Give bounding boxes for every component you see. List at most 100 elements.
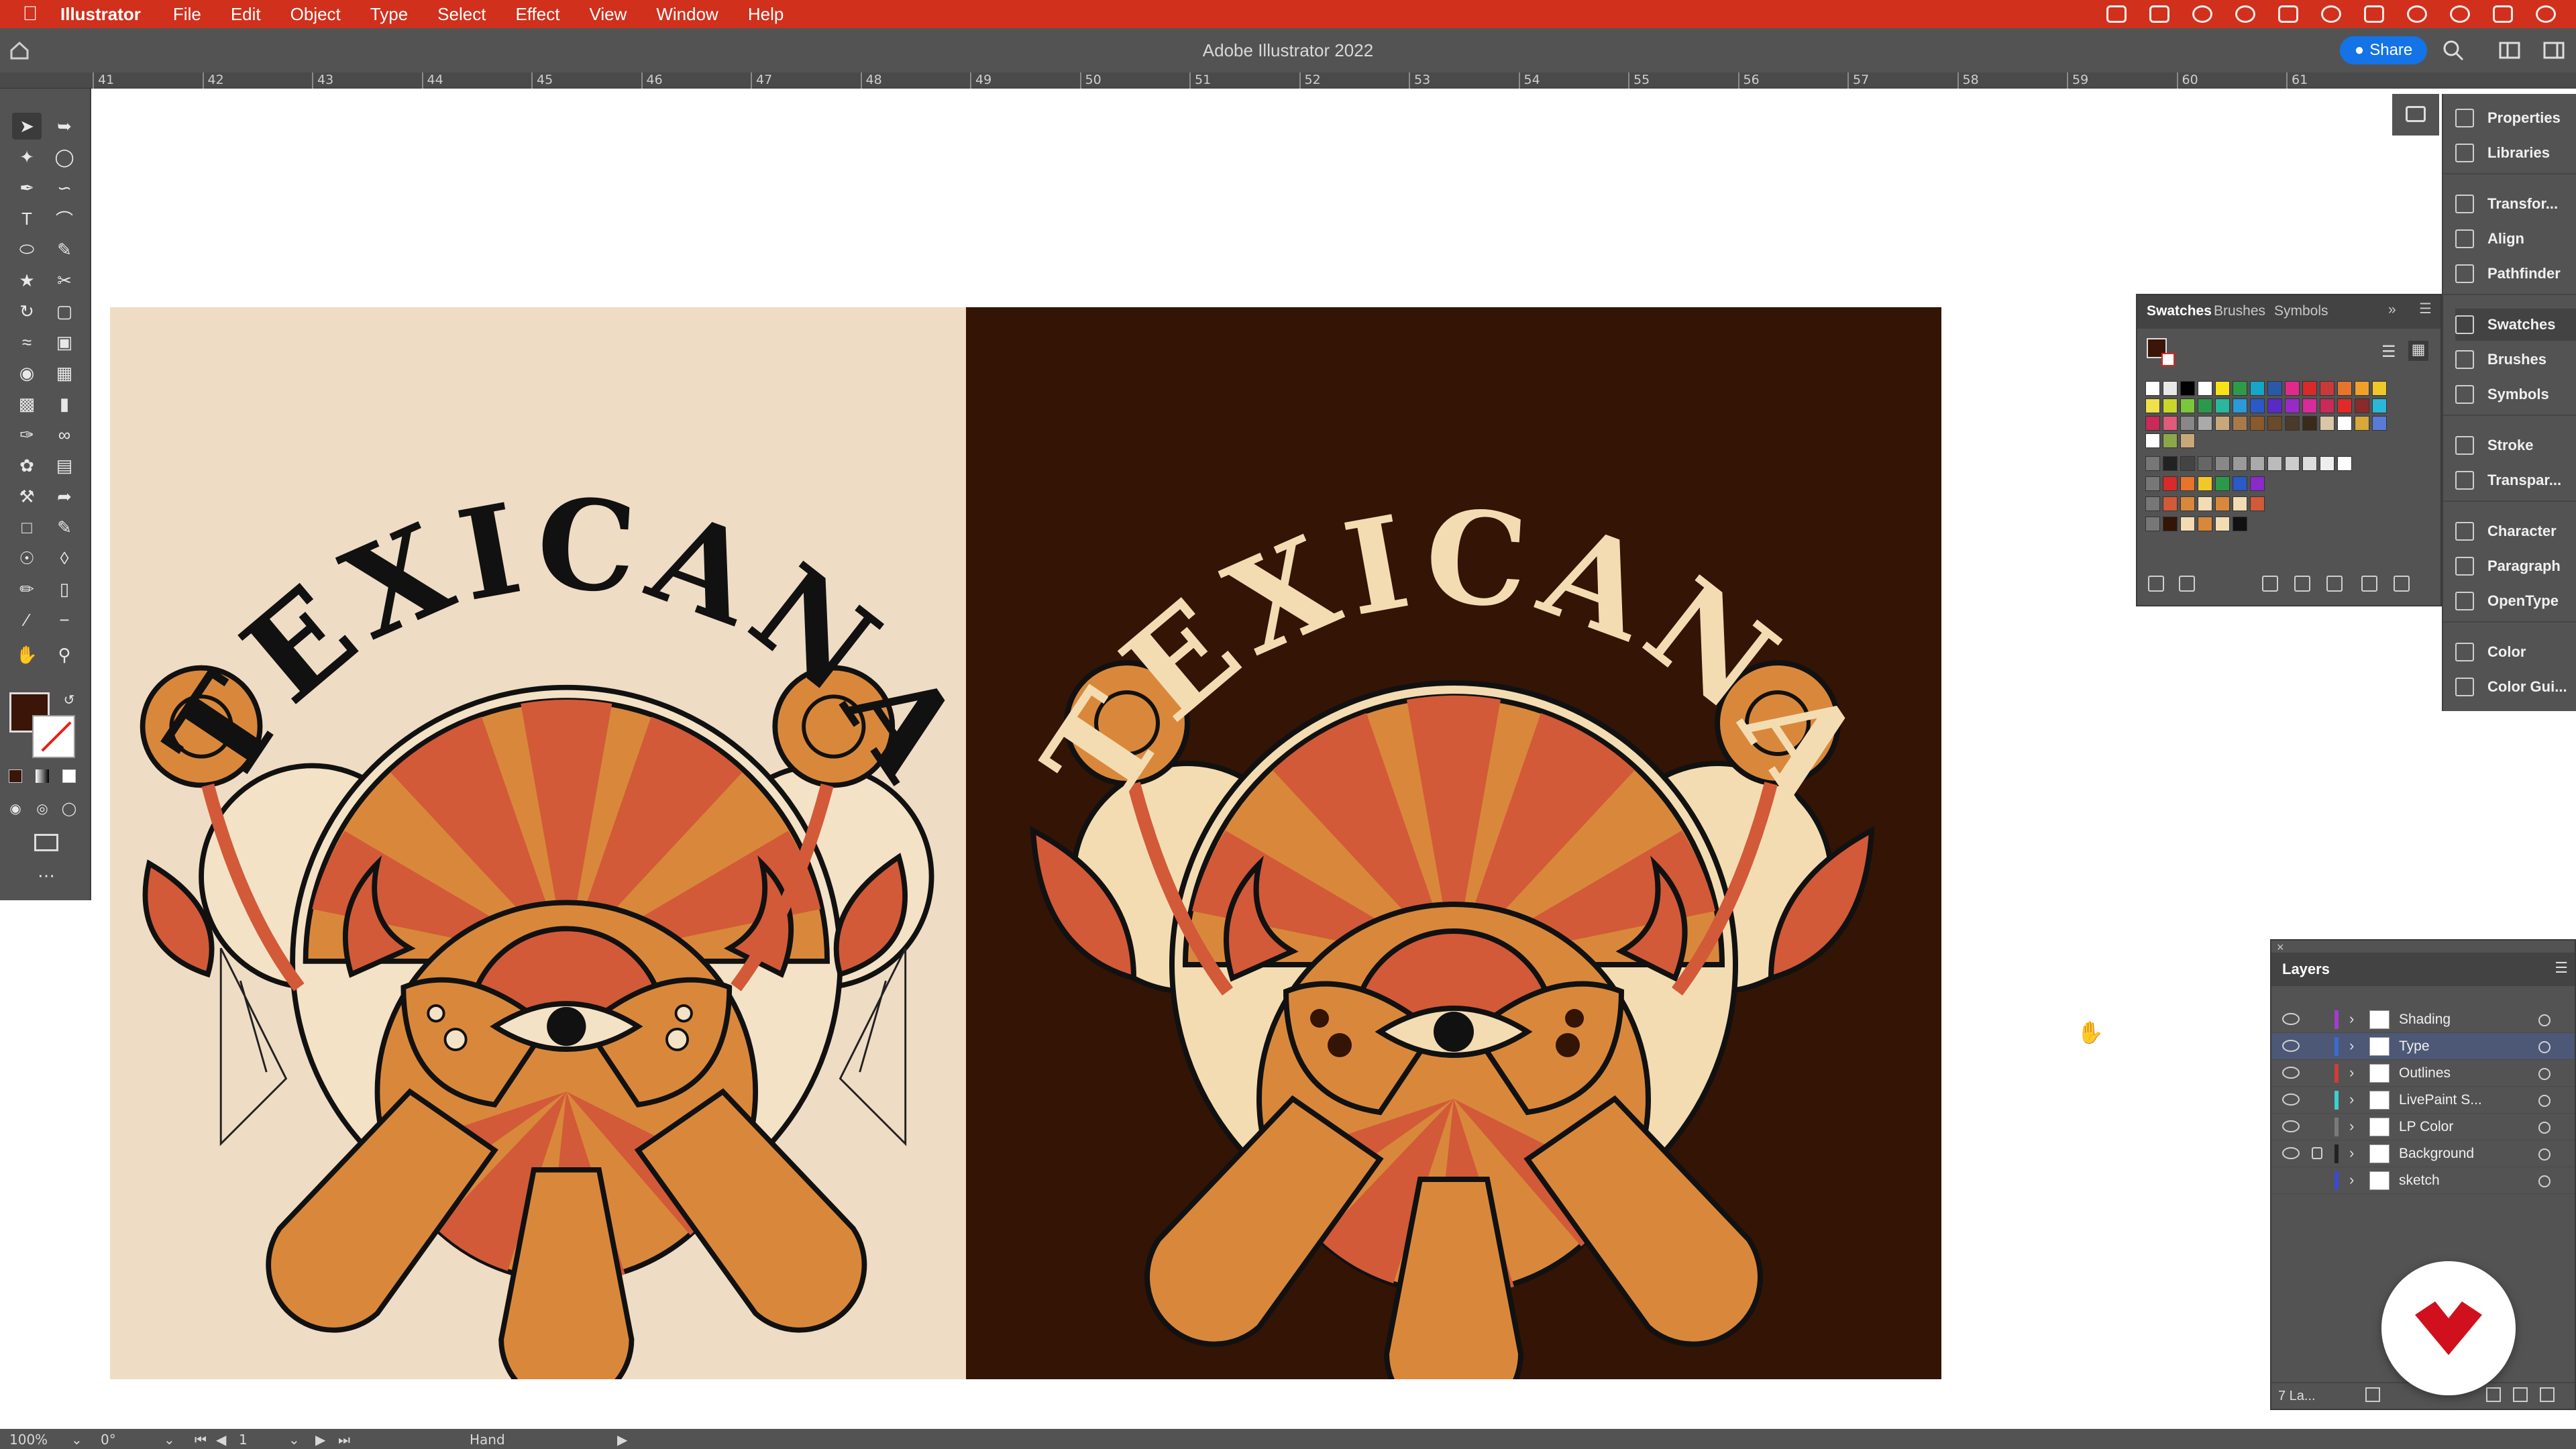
swatch-cell[interactable] [2267, 416, 2282, 431]
layer-target-icon[interactable] [2538, 1175, 2551, 1187]
draw-inside-icon[interactable]: ◯ [59, 798, 79, 818]
color-group-folder-icon[interactable] [2145, 456, 2160, 471]
layer-row[interactable]: › LP Color [2271, 1114, 2575, 1140]
swatch-cell[interactable] [2233, 476, 2247, 491]
layer-row[interactable]: › Outlines [2271, 1060, 2575, 1087]
previous-artboard-icon[interactable]: ◀ [216, 1432, 226, 1448]
visibility-eye-icon[interactable] [2282, 1147, 2300, 1159]
symbol-sprayer-tool-icon[interactable]: ✿ [12, 452, 42, 479]
color-mode-icon[interactable] [5, 766, 25, 786]
swatch-cell[interactable] [2198, 496, 2212, 511]
width-tool-icon[interactable]: ◊ [50, 545, 79, 572]
horizontal-ruler[interactable]: 41 42 43 44 45 46 47 48 49 50 51 52 53 54 55 56 57 58 59 60… [0, 72, 2576, 89]
swatch-cell[interactable] [2302, 456, 2317, 471]
swatch-cell[interactable] [2355, 398, 2369, 413]
swatch-cell[interactable] [2180, 416, 2195, 431]
share-button[interactable]: ● Share [2340, 36, 2427, 64]
selection-tool-icon[interactable]: ➤ [12, 113, 42, 140]
knife-tool-icon[interactable]: ∕ [12, 606, 42, 633]
swatch-cell[interactable] [2250, 398, 2265, 413]
layer-row[interactable]: › sketch [2271, 1167, 2575, 1194]
swatch-cell[interactable] [2302, 381, 2317, 396]
dock-item-opentype[interactable]: OpenType [2455, 585, 2576, 617]
menu-select[interactable]: Select [437, 4, 486, 25]
layer-row[interactable]: › Shading [2271, 1006, 2575, 1033]
layers-menu-icon[interactable]: ☰ [2555, 959, 2568, 977]
layer-row[interactable]: › LivePaint S... [2271, 1087, 2575, 1114]
workspace-switcher-icon[interactable] [2498, 39, 2521, 62]
expand-chevron-icon[interactable]: › [2349, 1010, 2354, 1028]
dock-item-properties[interactable]: Properties [2455, 102, 2576, 134]
panel-toggle-icon[interactable] [2542, 39, 2565, 62]
swatch-cell[interactable] [2145, 416, 2160, 431]
hand-tool-icon[interactable]: ✋ [12, 641, 42, 668]
list-view-icon[interactable]: ☰ [2381, 342, 2396, 362]
expand-chevron-icon[interactable]: › [2349, 1171, 2354, 1189]
menu-type[interactable]: Type [370, 4, 408, 25]
layer-target-icon[interactable] [2538, 1041, 2551, 1053]
swatch-cell[interactable] [2180, 381, 2195, 396]
artboard-dropdown-icon[interactable]: ⌄ [288, 1432, 300, 1448]
collect-export-icon[interactable] [2365, 1387, 2380, 1402]
swatch-cell[interactable] [2198, 398, 2212, 413]
zoom-level[interactable]: 100% [9, 1432, 48, 1448]
none-mode-icon[interactable] [59, 766, 79, 786]
warp-tool-icon[interactable]: ≈ [12, 329, 42, 356]
layer-row[interactable]: › Type [2271, 1033, 2575, 1060]
swatch-cell[interactable] [2250, 476, 2265, 491]
wifi-icon[interactable] [2407, 5, 2427, 23]
expand-chevron-icon[interactable]: › [2349, 1118, 2354, 1135]
tab-symbols[interactable]: Symbols [2274, 303, 2328, 319]
direct-selection-tool-icon[interactable]: ➥ [50, 113, 79, 140]
panel-menu-icon[interactable]: ☰ [2419, 301, 2432, 317]
gradient-mode-icon[interactable] [32, 766, 52, 786]
eyedropper-tool-icon[interactable]: ✑ [12, 421, 42, 448]
dock-item-align[interactable]: Align [2455, 223, 2576, 255]
grid-view-icon[interactable]: ▦ [2408, 341, 2428, 361]
eraser-tool-icon[interactable]: ▯ [50, 576, 79, 602]
swatch-cell[interactable] [2215, 476, 2230, 491]
scissors-tool-icon[interactable]: ✂ [50, 267, 79, 294]
swatch-cell[interactable] [2250, 496, 2265, 511]
rotate-tool-icon[interactable]: ↻ [12, 298, 42, 325]
visibility-eye-icon[interactable] [2282, 1040, 2300, 1052]
dock-item-pathfinder[interactable]: Pathfinder [2455, 258, 2576, 290]
swatch-cell[interactable] [2233, 517, 2247, 531]
color-group-folder-icon[interactable] [2145, 476, 2160, 491]
swatch-cell[interactable] [2337, 456, 2352, 471]
swatch-cell[interactable] [2250, 416, 2265, 431]
swatch-cell[interactable] [2250, 456, 2265, 471]
canvas[interactable]: TEXICANA TEXICANA ✋ [91, 89, 2484, 1429]
swatch-cell[interactable] [2198, 381, 2212, 396]
dock-item-color[interactable]: Color [2455, 636, 2576, 668]
delete-swatch-icon[interactable] [2394, 576, 2410, 592]
shape-builder-tool-icon[interactable]: ◉ [12, 360, 42, 386]
swatch-cell[interactable] [2337, 398, 2352, 413]
swatch-cell[interactable] [2180, 433, 2195, 448]
edit-toolbar-icon[interactable]: ⋯ [30, 865, 63, 885]
swatch-cell[interactable] [2302, 416, 2317, 431]
column-graph-tool-icon[interactable]: ▤ [50, 452, 79, 479]
swatch-cell[interactable] [2145, 381, 2160, 396]
visibility-eye-icon[interactable] [2282, 1013, 2300, 1025]
search-icon[interactable] [2442, 39, 2465, 62]
tab-swatches[interactable]: Swatches [2147, 303, 2212, 319]
scale-tool-icon[interactable]: ▢ [50, 298, 79, 325]
creative-cloud-icon[interactable] [2106, 5, 2127, 23]
swatch-cell[interactable] [2198, 476, 2212, 491]
swatch-options-icon[interactable] [2294, 576, 2310, 592]
dock-item-transfor[interactable]: Transfor... [2455, 188, 2576, 220]
swatch-cell[interactable] [2163, 398, 2178, 413]
dock-item-paragraph[interactable]: Paragraph [2455, 550, 2576, 582]
swatch-cell[interactable] [2267, 456, 2282, 471]
dock-item-character[interactable]: Character [2455, 515, 2576, 547]
arc-tool-icon[interactable]: ⌒ [50, 205, 79, 232]
swatch-cell[interactable] [2180, 496, 2195, 511]
pen-tool-icon[interactable]: ✒ [12, 174, 42, 201]
swatch-cell[interactable] [2320, 398, 2334, 413]
screen-mode-icon[interactable] [30, 829, 63, 856]
swatch-libraries-icon[interactable] [2148, 576, 2164, 592]
visibility-eye-icon[interactable] [2282, 1120, 2300, 1132]
comments-button[interactable] [2392, 94, 2439, 136]
swatch-cell[interactable] [2233, 416, 2247, 431]
